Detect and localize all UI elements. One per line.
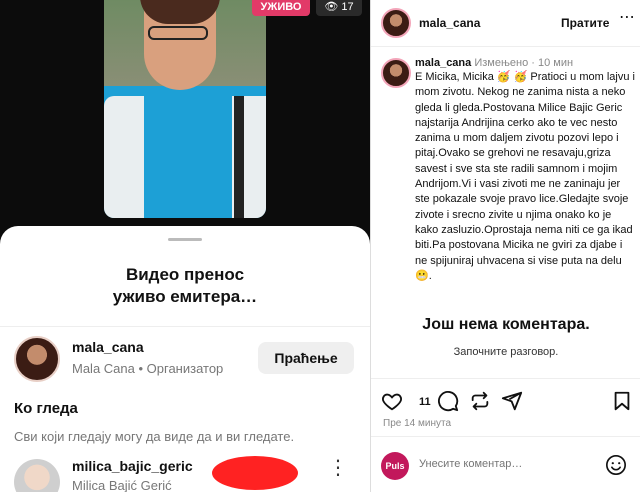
caption-header: mala_cana Измењено · 10 мин [415, 57, 573, 69]
follow-button[interactable]: Пратите [561, 16, 609, 30]
no-comments-heading: Још нема коментара. [422, 316, 590, 333]
caption-author[interactable]: mala_cana [415, 57, 471, 69]
divider [371, 46, 640, 47]
divider [0, 326, 370, 327]
emoji-icon[interactable] [605, 454, 627, 476]
viewer-count-badge[interactable]: 👁 17 [316, 0, 362, 16]
video-figure-strap [234, 96, 244, 218]
viewers-heading: Ко гледа [14, 400, 78, 417]
separator: · [531, 57, 539, 69]
repost-icon[interactable] [469, 390, 491, 412]
caption-time: 10 мин [538, 57, 574, 69]
action-bar: 11 [381, 390, 637, 412]
host-username[interactable]: mala_cana [72, 339, 144, 355]
edited-label: Измењено [474, 57, 529, 69]
start-conversation-text: Започните разговор. [453, 346, 559, 358]
viewer-username[interactable]: milica_bajic_geric [72, 458, 193, 474]
divider [371, 436, 640, 437]
caption-avatar[interactable] [381, 58, 411, 88]
viewer-avatar[interactable] [14, 459, 60, 492]
comment-input[interactable] [419, 458, 599, 470]
viewers-sheet: Видео пренос уживо емитера… mala_cana Ma… [0, 226, 370, 492]
live-stream-panel: УЖИВО 👁 17 Видео пренос уживо емитера… m… [0, 0, 370, 492]
sheet-title: Видео пренос уживо емитера… [60, 264, 310, 308]
likes-count[interactable]: 11 [419, 396, 431, 408]
post-time-ago: Пре 14 минута [383, 418, 452, 429]
commenter-avatar: Puls [381, 452, 409, 480]
author-avatar[interactable] [381, 8, 411, 38]
redaction-mark [212, 456, 298, 490]
host-avatar[interactable] [14, 336, 60, 382]
viewer-fullname: Milica Bajić Gerić [72, 478, 172, 492]
sheet-title-line: уживо емитера… [112, 287, 258, 306]
heart-icon[interactable] [381, 390, 403, 412]
live-badge: УЖИВО [252, 0, 310, 16]
viewer-count: 17 [341, 1, 354, 13]
eye-icon: 👁 [324, 1, 342, 13]
viewers-description: Сви који гледају могу да виде да и ви гл… [14, 429, 295, 444]
more-options-icon[interactable]: ⋮ [328, 458, 348, 478]
more-icon[interactable]: ⋯ [619, 10, 635, 26]
save-bookmark-icon[interactable] [611, 390, 633, 412]
sheet-title-line: Видео пренос [125, 265, 245, 284]
comment-icon[interactable] [437, 390, 459, 412]
author-username[interactable]: mala_cana [419, 16, 480, 30]
caption-text: E Micika, Micika 🥳 🥳 Pratioci u mom lajv… [415, 71, 635, 282]
share-icon[interactable] [501, 390, 523, 412]
post-panel: mala_cana Пратите ⋯ mala_cana Измењено ·… [370, 0, 640, 492]
video-figure-cardigan [104, 96, 144, 218]
following-button[interactable]: Праћење [258, 342, 354, 374]
sheet-drag-handle[interactable] [168, 238, 202, 241]
divider [371, 378, 640, 379]
video-figure-glasses [148, 26, 208, 40]
live-video[interactable] [104, 0, 266, 218]
host-subtitle: Mala Cana • Организатор [72, 361, 224, 376]
